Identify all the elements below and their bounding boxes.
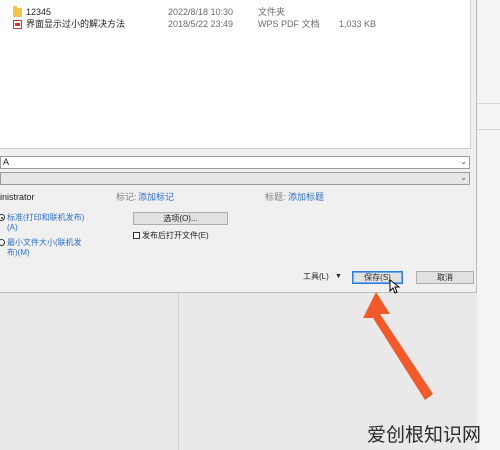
radio-minimum[interactable] <box>0 239 5 246</box>
title-input[interactable]: 添加标题 <box>288 191 324 203</box>
file-date: 2018/5/22 23:49 <box>168 19 234 29</box>
chevron-down-icon[interactable]: ⌄ <box>460 156 467 167</box>
file-name: 界面显示过小的解决方法 <box>26 19 126 29</box>
author-value[interactable]: inistrator <box>0 191 35 203</box>
pdf-file-icon <box>13 20 22 29</box>
file-row[interactable]: 界面显示过小的解决方法 2018/5/22 23:49 WPS PDF 文档 1… <box>0 18 470 31</box>
file-type: WPS PDF 文档 <box>258 19 320 29</box>
options-button[interactable]: 选项(O)... <box>133 212 228 225</box>
divider <box>477 103 500 104</box>
filename-value: A <box>3 157 10 167</box>
save-as-dialog: 12345 2022/8/18 10:30 文件夹 界面显示过小的解决方法 20… <box>0 0 477 293</box>
tags-label: 标记: <box>116 192 137 202</box>
radio-standard-label-line1[interactable]: 标准(打印和联机发布) <box>7 212 84 223</box>
filetype-select[interactable]: ⌄ <box>0 172 470 185</box>
open-after-publish-label[interactable]: 发布后打开文件(E) <box>142 230 209 241</box>
radio-standard[interactable] <box>0 214 5 221</box>
tools-dropdown-icon[interactable]: ▼ <box>335 271 342 282</box>
file-size: 1,033 KB <box>339 19 377 29</box>
cancel-button[interactable]: 取消 <box>416 271 474 284</box>
open-after-publish-checkbox[interactable] <box>133 232 140 239</box>
file-list[interactable]: 12345 2022/8/18 10:30 文件夹 界面显示过小的解决方法 20… <box>0 0 471 149</box>
mouse-cursor-icon <box>389 279 401 294</box>
background-panel-right <box>477 0 500 450</box>
chevron-down-icon[interactable]: ⌄ <box>460 172 467 183</box>
divider <box>477 129 500 130</box>
filename-input[interactable]: A ⌄ <box>0 156 470 169</box>
tools-menu[interactable]: 工具(L) <box>303 271 329 282</box>
folder-icon <box>13 6 22 17</box>
tags-input[interactable]: 添加标记 <box>138 191 174 203</box>
radio-standard-label-line2[interactable]: (A) <box>7 222 18 233</box>
background-divider <box>178 293 179 450</box>
title-label: 标题: <box>265 192 286 202</box>
watermark-text: 爱创根知识网 <box>367 424 482 446</box>
radio-minimum-label-line2[interactable]: 布)(M) <box>7 247 30 258</box>
